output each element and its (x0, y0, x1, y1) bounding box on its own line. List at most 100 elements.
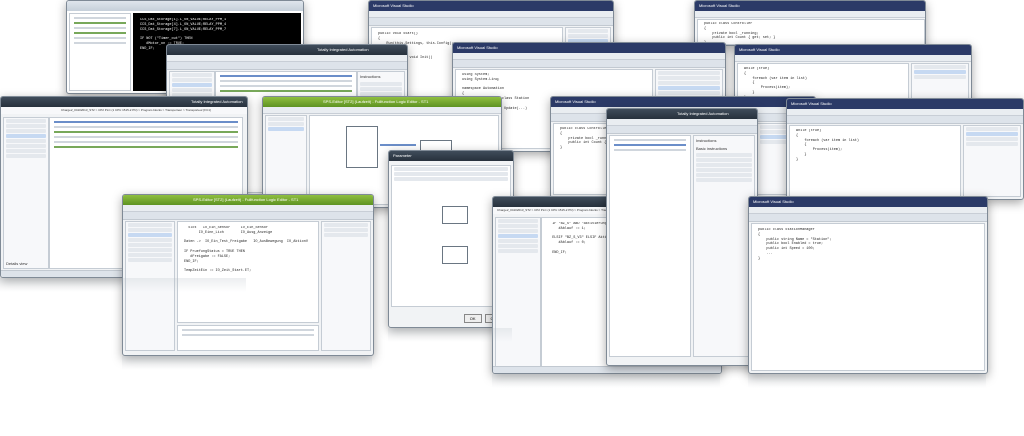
project-tree[interactable] (495, 217, 541, 367)
list-item[interactable] (498, 224, 538, 228)
window-title: SPS-Editor [ST2] (Laufzeit) - Fullfuncti… (193, 197, 299, 202)
toolbar[interactable] (607, 126, 757, 134)
list-item[interactable] (966, 132, 1018, 136)
toolbar[interactable] (453, 60, 725, 68)
menu-bar[interactable] (263, 107, 501, 114)
list-item[interactable] (696, 178, 752, 182)
list-item[interactable] (268, 117, 304, 121)
list-item[interactable] (696, 173, 752, 177)
list-item[interactable] (914, 65, 966, 69)
list-item[interactable] (360, 87, 402, 91)
reflection (0, 278, 246, 292)
list-item[interactable] (128, 238, 172, 242)
list-item[interactable] (498, 239, 538, 243)
list-item[interactable] (128, 233, 172, 237)
list-item[interactable] (568, 29, 608, 33)
menu-bar[interactable] (453, 53, 725, 60)
list-item[interactable] (966, 142, 1018, 146)
parameter-field[interactable] (394, 177, 508, 181)
ok-button[interactable]: OK (463, 314, 482, 323)
list-item[interactable] (658, 81, 720, 85)
solution-explorer[interactable] (963, 125, 1021, 197)
menu-bar[interactable] (369, 11, 613, 18)
list-item[interactable] (128, 258, 172, 262)
connector-block[interactable] (442, 246, 468, 264)
list-item[interactable] (128, 223, 172, 227)
list-item[interactable] (6, 134, 46, 138)
menu-bar[interactable] (749, 207, 987, 214)
instructions-title: Instructions (696, 138, 717, 143)
function-block[interactable] (346, 126, 378, 168)
list-item[interactable] (6, 124, 46, 128)
list-item[interactable] (360, 82, 402, 86)
parameter-field[interactable] (394, 167, 508, 171)
list-item[interactable] (696, 153, 752, 157)
list-item[interactable] (966, 127, 1018, 131)
list-item[interactable] (6, 144, 46, 148)
list-item[interactable] (128, 248, 172, 252)
menu-bar[interactable] (735, 55, 971, 62)
code-editor[interactable]: Slot IO_Ein_Sensor IO_Ein_Sensor IO_Einn… (177, 221, 319, 323)
toolbar[interactable] (749, 214, 987, 222)
list-item[interactable] (172, 88, 212, 92)
toolbar[interactable] (787, 116, 1023, 124)
list-item[interactable] (658, 71, 720, 75)
list-item[interactable] (128, 253, 172, 257)
list-item[interactable] (696, 158, 752, 162)
list-item[interactable] (568, 34, 608, 38)
connector-block[interactable] (442, 206, 468, 224)
list-item[interactable] (696, 168, 752, 172)
menu-bar[interactable] (167, 55, 407, 62)
properties-panel[interactable] (321, 221, 371, 351)
code-editor[interactable]: public class StationManager { public str… (751, 223, 985, 371)
toolbar[interactable] (123, 212, 373, 220)
list-item[interactable] (914, 70, 966, 74)
list-item[interactable] (6, 154, 46, 158)
list-item[interactable] (498, 234, 538, 238)
list-item[interactable] (324, 233, 368, 237)
list-item[interactable] (128, 228, 172, 232)
variables-table[interactable] (177, 325, 319, 351)
menu-bar[interactable] (607, 119, 757, 126)
reflection (122, 356, 372, 370)
parameter-field[interactable] (394, 172, 508, 176)
list-item[interactable] (268, 122, 304, 126)
variable-list[interactable] (69, 13, 131, 91)
list-item[interactable] (498, 244, 538, 248)
list-item[interactable] (498, 219, 538, 223)
list-item[interactable] (324, 223, 368, 227)
list-item[interactable] (6, 149, 46, 153)
instructions-panel[interactable]: Instructions Basic instructions (693, 135, 755, 357)
status-bar (493, 366, 721, 373)
window-title: Microsoft Visual Studio (373, 3, 414, 8)
list-item[interactable] (658, 91, 720, 95)
list-item[interactable] (498, 249, 538, 253)
list-item[interactable] (6, 129, 46, 133)
code-editor[interactable]: public class Controller { private bool _… (697, 19, 925, 45)
list-item[interactable] (658, 86, 720, 90)
code-editor[interactable]: while (true) { foreach (var item in list… (789, 125, 961, 197)
window-title: Microsoft Visual Studio (555, 99, 596, 104)
list-item[interactable] (172, 73, 212, 77)
list-item[interactable] (6, 139, 46, 143)
vs-window-2: Microsoft Visual Studio public class Con… (694, 0, 926, 46)
list-item[interactable] (268, 127, 304, 131)
list-item[interactable] (6, 119, 46, 123)
list-item[interactable] (172, 78, 212, 82)
project-tree[interactable]: Details view (3, 117, 49, 269)
list-item[interactable] (966, 137, 1018, 141)
list-item[interactable] (172, 83, 212, 87)
editor-area[interactable] (609, 135, 691, 357)
menu-bar[interactable] (695, 11, 925, 18)
list-item[interactable] (498, 229, 538, 233)
list-item[interactable] (658, 76, 720, 80)
list-item[interactable] (128, 243, 172, 247)
list-item[interactable] (324, 228, 368, 232)
menu-bar[interactable] (123, 205, 373, 212)
list-item[interactable] (696, 163, 752, 167)
list-item[interactable] (914, 75, 966, 79)
navigator[interactable] (265, 115, 307, 205)
toolbar[interactable] (369, 18, 613, 26)
toolbar[interactable] (167, 62, 407, 70)
menu-bar[interactable] (787, 109, 1023, 116)
